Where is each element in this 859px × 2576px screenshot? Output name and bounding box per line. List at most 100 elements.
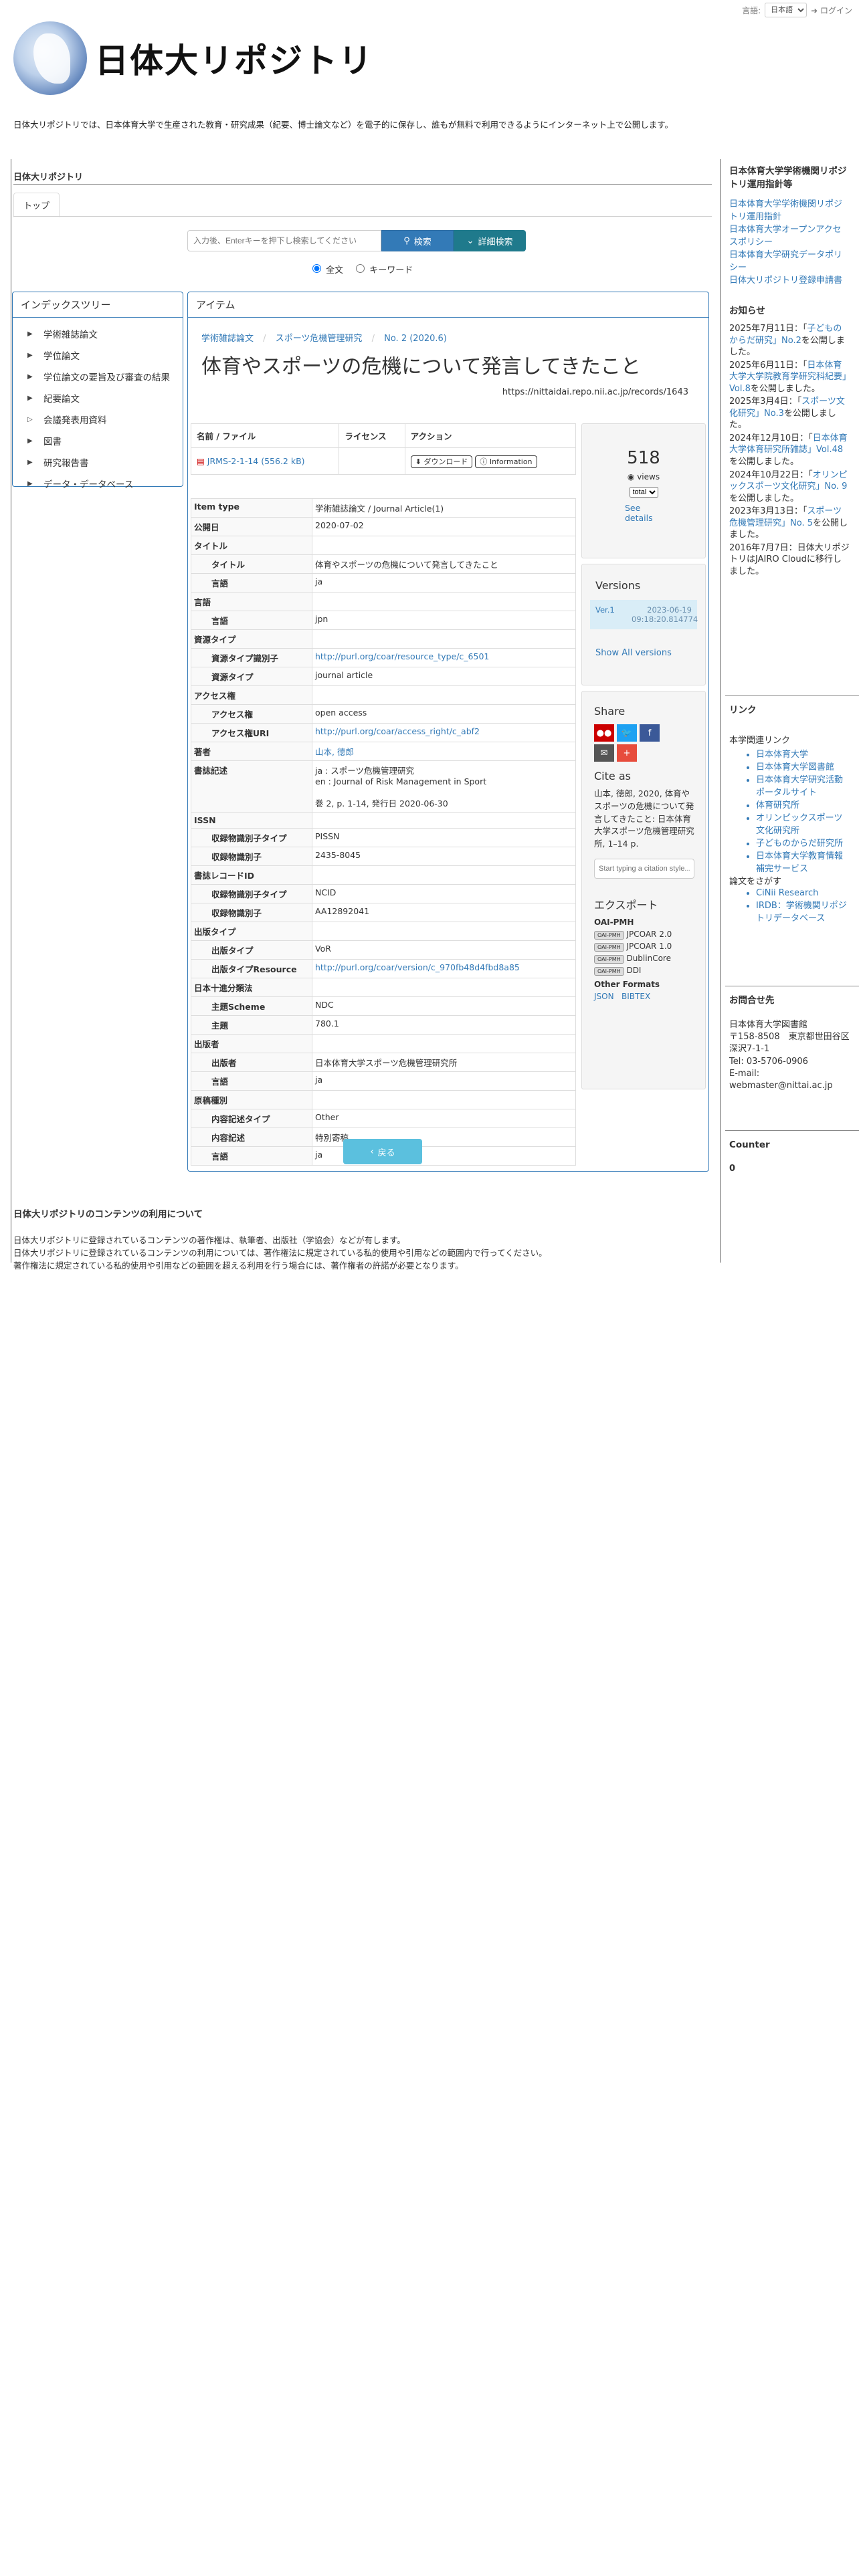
stats-period-select[interactable]: total — [629, 487, 658, 498]
tree-item-label: 図書 — [43, 437, 62, 447]
metadata-row: 言語 jpn — [191, 611, 576, 630]
oai-pmh-badge: OAI-PMH — [594, 954, 624, 964]
related-link[interactable]: 体育研究所 — [756, 798, 850, 811]
email-icon[interactable]: ✉ — [594, 744, 614, 762]
radio-fulltext[interactable]: 全文 — [309, 262, 343, 276]
metadata-key: 主題 — [191, 1015, 312, 1035]
search-mode: 全文 キーワード — [309, 262, 413, 276]
back-button[interactable]: ‹ 戻る — [343, 1139, 422, 1164]
counter-title: Counter — [729, 1140, 770, 1150]
search-button[interactable]: ⚲ 検索 — [381, 230, 454, 251]
metadata-value: ja — [312, 573, 576, 593]
metadata-row: 資源タイプ — [191, 629, 576, 649]
related-link[interactable]: 子どものからだ研究所 — [756, 836, 850, 849]
news-item: 2024年10月22日：「オリンピックスポーツ文化研究」No. 9を公開しました… — [729, 469, 850, 505]
metadata-row: 出版タイプ — [191, 922, 576, 941]
metadata-value — [312, 978, 576, 997]
related-link[interactable]: オリンピックスポーツ文化研究所 — [756, 811, 850, 836]
metadata-value[interactable]: http://purl.org/coar/access_right/c_abf2 — [312, 723, 576, 742]
policy-link[interactable]: 日本体育大学学術機関リポジトリ運用指針 — [729, 197, 850, 222]
info-icon: ⓘ — [480, 457, 488, 466]
metadata-row: 収録物識別子タイプ PISSN — [191, 828, 576, 847]
related-link[interactable]: 日本体育大学図書館 — [756, 760, 850, 772]
tree-item-label: 研究報告書 — [43, 458, 89, 469]
version-link[interactable]: Ver.1 — [595, 605, 615, 624]
advanced-search-button[interactable]: ⌄ 詳細検索 — [454, 230, 526, 251]
tab-top[interactable]: トップ — [13, 193, 60, 217]
tree-item[interactable]: ▶ 紀要論文 — [13, 387, 183, 409]
metadata-key: ISSN — [191, 812, 312, 829]
footer-line: 著作権法に規定されている私的使用や引用などの範囲を超える利用を行う場合には、著作… — [13, 1260, 464, 1271]
export-oai-item[interactable]: OAI-PMH DDI — [594, 966, 705, 976]
export-oai-item[interactable]: OAI-PMH JPCOAR 1.0 — [594, 942, 705, 952]
breadcrumb-link[interactable]: 学術雑誌論文 — [201, 334, 254, 344]
radio-keyword[interactable]: キーワード — [353, 262, 413, 276]
tree-item[interactable]: ▷ 会議発表用資料 — [13, 409, 183, 430]
search-link[interactable]: IRDB：学術機関リポジトリデータベース — [756, 898, 850, 924]
see-details-link[interactable]: See details — [625, 503, 665, 523]
view-count: 518 — [627, 448, 660, 468]
export-oai-label: JPCOAR 2.0 — [626, 929, 672, 939]
hatena-icon[interactable]: ●● — [594, 724, 614, 742]
citation-style-input[interactable] — [594, 858, 694, 879]
tree-item-label: 学位論文 — [43, 351, 80, 362]
twitter-icon[interactable]: 🐦 — [617, 724, 637, 742]
information-button[interactable]: ⓘ Information — [475, 455, 537, 468]
breadcrumb-link[interactable]: スポーツ危機管理研究 — [276, 334, 363, 344]
contact-line: 〒158-8508 東京都世田谷区深沢7-1-1 — [729, 1032, 850, 1055]
metadata-key: 主題Scheme — [191, 996, 312, 1016]
export-oai-item[interactable]: OAI-PMH DublinCore — [594, 954, 705, 964]
policy-link[interactable]: 日体大リポジトリ登録申請書 — [729, 273, 850, 286]
metadata-key: 公開日 — [191, 517, 312, 536]
site-title: 日体大リポジトリ — [95, 41, 373, 80]
metadata-value: 体育やスポーツの危機について発言してきたこと — [312, 554, 576, 574]
news-suffix: を公開しました。 — [750, 383, 820, 394]
login-link[interactable]: ➜ ログイン — [811, 5, 852, 16]
news-suffix: を公開しました。 — [729, 457, 799, 467]
facebook-icon[interactable]: f — [640, 724, 660, 742]
metadata-row: 主題 780.1 — [191, 1015, 576, 1035]
export-oai-item[interactable]: OAI-PMH JPCOAR 2.0 — [594, 930, 705, 940]
metadata-key: 言語 — [191, 1146, 312, 1166]
show-all-versions-link[interactable]: Show All versions — [595, 648, 705, 658]
related-link[interactable]: 日本体育大学 — [756, 747, 850, 760]
tree-item[interactable]: ▶ 学位論文 — [13, 344, 183, 366]
site-logo[interactable]: 日体大リポジトリ — [13, 21, 373, 95]
metadata-key: 内容記述 — [191, 1128, 312, 1147]
search-input[interactable] — [187, 230, 381, 251]
breadcrumb-link[interactable]: No. 2 (2020.6) — [384, 334, 447, 344]
metadata-value[interactable]: http://purl.org/coar/version/c_970fb48d4… — [312, 959, 576, 978]
metadata-value: journal article — [312, 667, 576, 686]
plus-share-icon[interactable]: + — [617, 744, 637, 762]
tree-item[interactable]: ▶ 学位論文の要旨及び審査の結果 — [13, 366, 183, 387]
search-link[interactable]: CiNii Research — [756, 888, 850, 898]
tree-item[interactable]: ▶ 図書 — [13, 430, 183, 451]
metadata-value[interactable]: http://purl.org/coar/resource_type/c_650… — [312, 648, 576, 667]
file-link[interactable]: JRMS-2-1-14 (556.2 kB) — [207, 456, 305, 466]
related-link[interactable]: 日本体育大学教育情報補完サービス — [756, 849, 850, 874]
news-title: お知らせ — [729, 306, 765, 316]
metadata-value[interactable]: 山本, 徳郎 — [312, 742, 576, 761]
tree-item-label: 会議発表用資料 — [43, 415, 107, 426]
metadata-key: アクセス権 — [191, 704, 312, 724]
export-json-link[interactable]: JSON — [594, 992, 614, 1001]
export-bibtex-link[interactable]: BIBTEX — [622, 992, 650, 1001]
tree-item[interactable]: ▶ データ・データベース — [13, 473, 183, 494]
policy-link[interactable]: 日本体育大学オープンアクセスポリシー — [729, 222, 850, 247]
policy-link[interactable]: 日本体育大学研究データポリシー — [729, 247, 850, 273]
language-label: 言語: — [742, 5, 761, 15]
chevron-down-icon: ⌄ — [466, 235, 474, 246]
related-link[interactable]: 日本体育大学研究活動ポータルサイト — [756, 772, 850, 798]
metadata-row: 出版者 日本体育大学スポーツ危機管理研究所 — [191, 1053, 576, 1072]
download-button[interactable]: ⬇ ダウンロード — [410, 455, 473, 468]
metadata-row: 言語 ja — [191, 573, 576, 593]
pdf-icon: ▤ — [197, 456, 205, 466]
citation-text: 山本, 徳郎, 2020, 体育やスポーツの危機について発言してきたこと: 日本… — [594, 788, 694, 849]
tree-item[interactable]: ▶ 学術雑誌論文 — [13, 323, 183, 344]
language-select[interactable]: 日本語 — [765, 3, 807, 17]
tree-item[interactable]: ▶ 研究報告書 — [13, 451, 183, 473]
metadata-value — [312, 1090, 576, 1109]
metadata-row: 書誌記述 ja : スポーツ危機管理研究 en : Journal of Risk… — [191, 760, 576, 813]
metadata-row: アクセス権 — [191, 685, 576, 705]
logo-emblem-icon — [13, 21, 87, 95]
